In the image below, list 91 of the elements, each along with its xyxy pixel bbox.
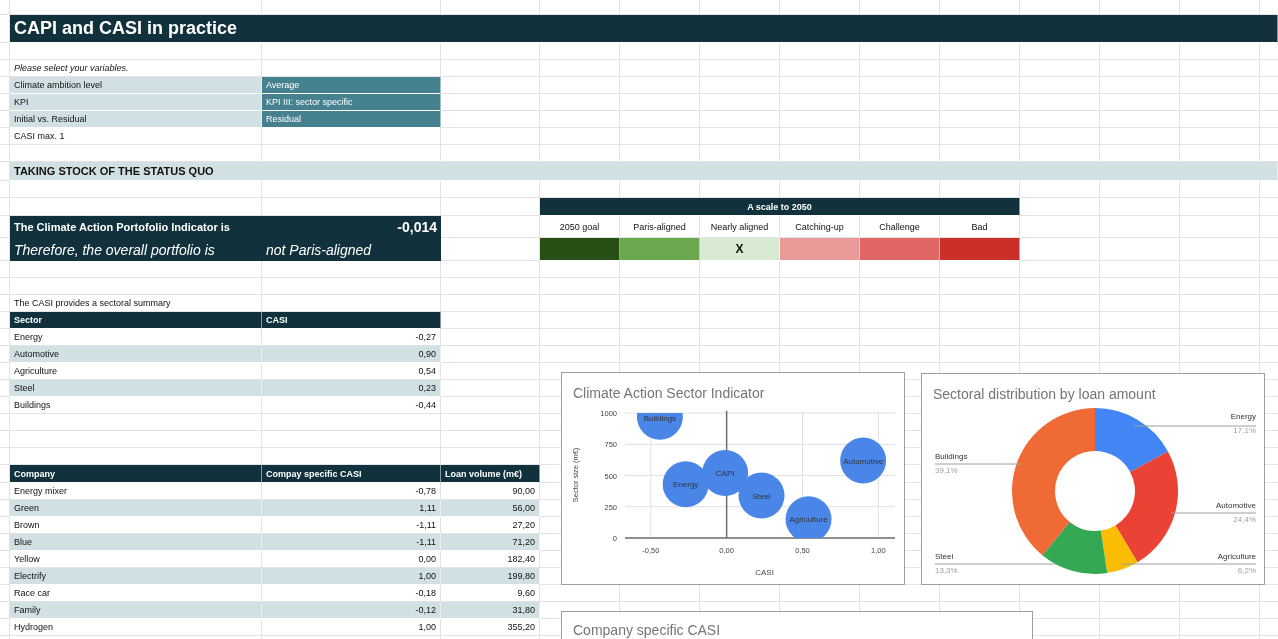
table-cell-text: 1,00 (417, 621, 437, 634)
table-cell-text: 90,00 (511, 485, 536, 498)
table-cell: 31,80 (441, 602, 540, 619)
table-cell: Family (10, 602, 262, 619)
table-cell: -1,11 (262, 534, 441, 551)
scale-label: 2050 goal (558, 220, 601, 234)
bubble-label: Buildings (643, 414, 677, 423)
variable-label: Climate ambition level (10, 77, 262, 94)
table-cell: Blue (10, 534, 262, 551)
bubble-label: Steel (752, 491, 771, 501)
scale-header: A scale to 2050 (540, 198, 1020, 216)
table-cell-text: -0,78 (414, 485, 437, 498)
caption-text: The CASI provides a sectoral summary (13, 297, 172, 310)
table-cell: 71,20 (441, 534, 540, 551)
bubble (702, 450, 749, 496)
table-cell-text: Hydrogen (13, 621, 55, 634)
section-heading: TAKING STOCK OF THE STATUS QUO (10, 162, 1278, 181)
table-cell-text: 9,60 (516, 587, 536, 600)
table-cell: 0,23 (262, 380, 441, 397)
table-cell-text: -1,11 (415, 519, 437, 532)
column-header: Sector (10, 312, 262, 329)
column-header: Company (10, 465, 262, 483)
table-cell-text: -0,44 (414, 399, 437, 412)
column-header: CASI (262, 312, 441, 329)
table-cell-text: 355,20 (506, 621, 536, 634)
bubble-label: Agriculture (789, 515, 828, 525)
percent-label: 39,1% (935, 466, 958, 475)
table-cell-text: 27,20 (511, 519, 536, 532)
slice-label: Automotive (1215, 501, 1256, 510)
instruction-text: Please select your variables. (13, 62, 130, 75)
table-cell-text: Energy (13, 331, 44, 344)
scale-label: Bad (970, 220, 989, 234)
table-cell-text: -0,18 (414, 587, 437, 600)
percent-label: 6,2% (1237, 566, 1256, 575)
chart-title: Climate Action Sector Indicator (573, 385, 765, 401)
table-cell-text: 182,40 (506, 553, 536, 566)
dropdown-value[interactable]: Residual (262, 111, 441, 128)
variable-label: Initial vs. Residual (10, 111, 262, 128)
bubble-label: Automotive (843, 456, 884, 466)
bubble (636, 413, 683, 440)
scale-label: Nearly aligned (709, 220, 770, 234)
table-cell-text: Race car (13, 587, 51, 600)
bubble (738, 472, 785, 519)
conclusion-label: Therefore, the overall portfolio is (13, 240, 216, 260)
table-cell-text: -0,27 (414, 331, 437, 344)
table-cell: 0,90 (262, 346, 441, 363)
table-cell: Steel (10, 380, 262, 397)
table-cell-text: Yellow (13, 553, 41, 566)
table-cell-text: 0,00 (417, 553, 437, 566)
bubble (662, 461, 709, 508)
percent-label: 17,1% (1233, 426, 1256, 435)
percent-label: 24,4% (1233, 515, 1256, 524)
bubble-label: Energy (673, 480, 699, 490)
sheet-title: CAPI and CASI in practice (10, 15, 1278, 43)
table-cell: Green (10, 500, 262, 517)
table-cell-text: 0,54 (417, 365, 437, 378)
table-cell: Electrify (10, 568, 262, 585)
table-cell: -0,12 (262, 602, 441, 619)
bubble-label: CAPI (715, 469, 735, 478)
table-cell-text: Brown (13, 519, 41, 532)
dropdown-value[interactable]: Average (262, 77, 441, 94)
table-cell: 56,00 (441, 500, 540, 517)
table-cell-text: Agriculture (13, 365, 59, 378)
slice-label: Buildings (935, 452, 968, 461)
conclusion-value: not Paris-aligned (265, 240, 373, 260)
x-axis-title: CASI (755, 568, 774, 577)
bubble (840, 437, 887, 484)
chart-title: Sectoral distribution by loan amount (933, 386, 1156, 402)
bubble (785, 496, 832, 538)
percent-label: 13,3% (935, 566, 958, 575)
dropdown-value[interactable]: KPI III: sector specific (262, 94, 441, 111)
table-cell: 1,00 (262, 568, 441, 585)
table-cell: 1,11 (262, 500, 441, 517)
slice-label: Agriculture (1217, 552, 1256, 561)
table-cell-text: Energy mixer (13, 485, 68, 498)
indicator-label: The Climate Action Portofolio Indicator is (13, 220, 231, 235)
column-header: Loan volume (m€) (441, 465, 540, 483)
slice-label: Energy (1230, 412, 1256, 421)
table-cell-text: Buildings (13, 399, 52, 412)
slice-label: Steel (935, 552, 954, 561)
table-cell: Automotive (10, 346, 262, 363)
table-cell: 199,80 (441, 568, 540, 585)
indicator-value: -0,014 (396, 218, 438, 237)
scale-label: Catching-up (794, 220, 845, 234)
scale-swatch: X (700, 238, 780, 261)
column-header: Compay specific CASI (262, 465, 441, 483)
chart-title: Company specific CASI (573, 622, 721, 638)
scale-label: Paris-aligned (632, 220, 687, 234)
note-text: CASI max. 1 (13, 130, 66, 143)
variable-label: KPI (10, 94, 262, 111)
scale-label: Challenge (878, 220, 921, 234)
